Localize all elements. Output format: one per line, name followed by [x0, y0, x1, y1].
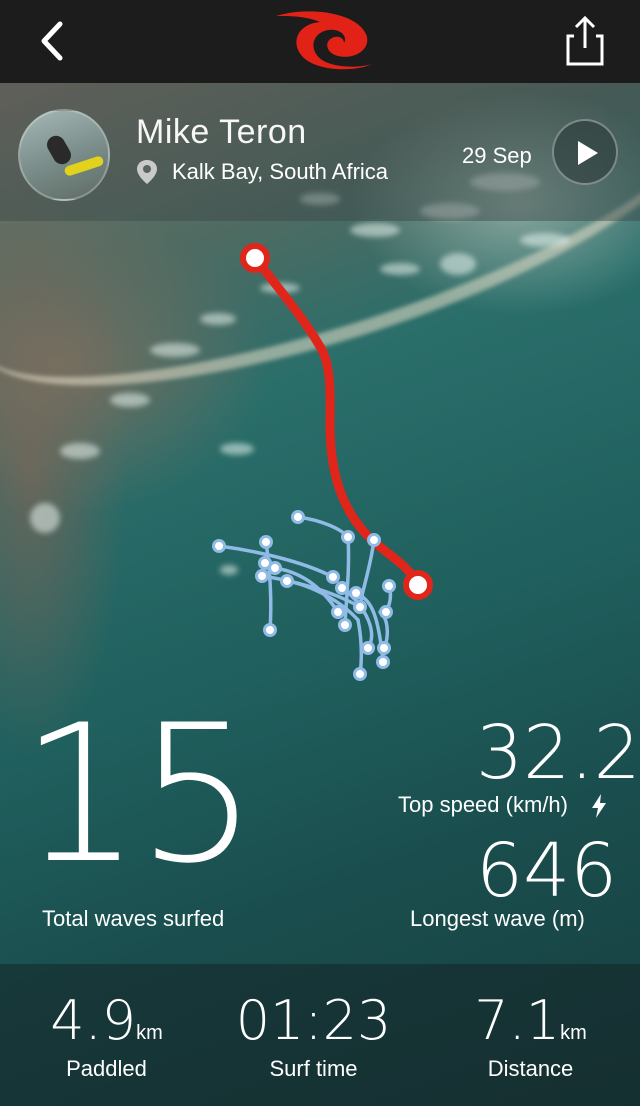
surf-time-value: 01:23	[235, 989, 392, 1052]
top-speed-value: 32.2	[476, 710, 640, 796]
track-overlay	[212, 243, 433, 681]
surf-time-label: Surf time	[269, 1056, 358, 1081]
total-waves-label: Total waves surfed	[42, 906, 225, 931]
start-point	[240, 243, 270, 273]
summary-surf-time: 01:23 Surf time	[207, 964, 420, 1106]
summary-paddled: 4.9km Paddled	[0, 964, 213, 1106]
distance-value: 7.1km	[474, 989, 587, 1052]
paddled-value: 4.9km	[50, 989, 163, 1052]
distance-label: Distance	[487, 1056, 574, 1081]
session-screen: Mike Teron Kalk Bay, South Africa 29 Sep	[0, 0, 640, 1106]
top-speed-label: Top speed (km/h)	[398, 792, 568, 817]
total-waves-value: 15	[20, 684, 258, 905]
paddle-track	[250, 253, 423, 590]
paddled-label: Paddled	[66, 1056, 147, 1081]
lightning-icon	[592, 794, 606, 818]
end-point	[403, 570, 433, 600]
summary-bar: 4.9km Paddled 01:23 Surf time 7.1km Dist…	[0, 964, 640, 1106]
summary-distance: 7.1km Distance	[424, 964, 637, 1106]
longest-wave-label: Longest wave (m)	[410, 906, 585, 931]
longest-wave-value: 646	[476, 828, 618, 914]
